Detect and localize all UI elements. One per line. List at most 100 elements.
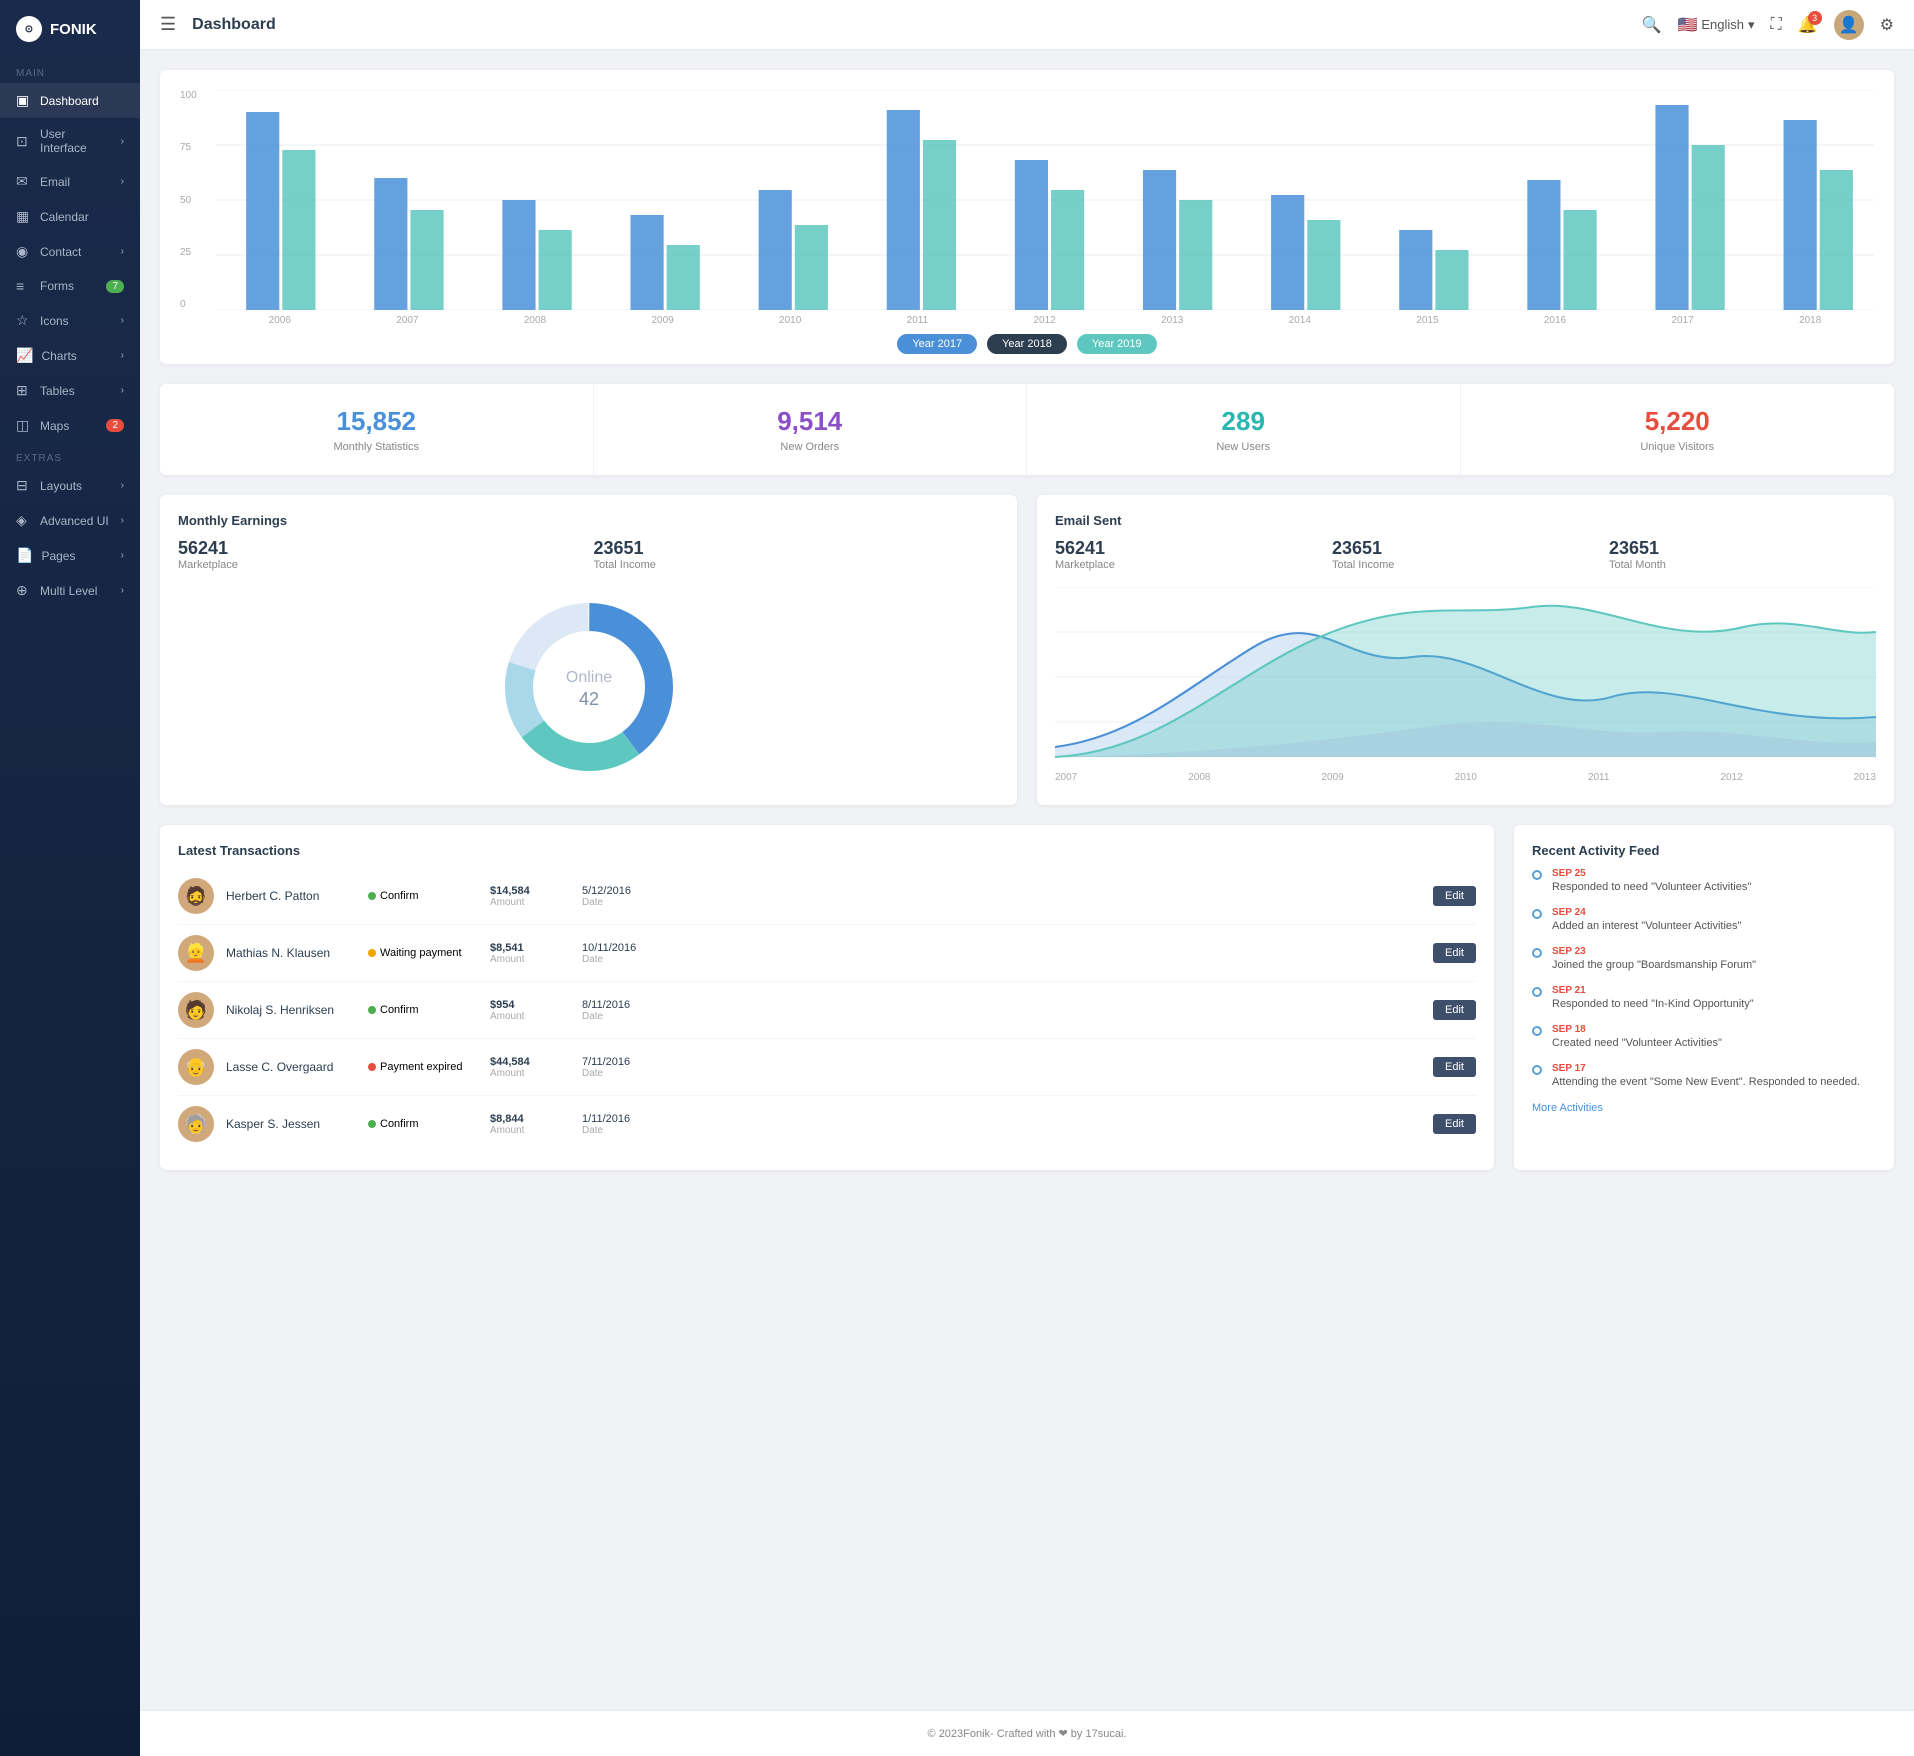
area-x-2008: 2008	[1188, 772, 1210, 783]
search-icon[interactable]: 🔍	[1642, 15, 1662, 35]
tx-date-5: 1/11/2016	[582, 1113, 662, 1125]
more-activities-link[interactable]: More Activities	[1532, 1102, 1876, 1114]
x-label-2010: 2010	[779, 315, 801, 326]
tx-date-label-5: Date	[582, 1125, 662, 1136]
sidebar-label-ui: User Interface	[40, 127, 113, 155]
footer: © 2023Fonik- Crafted with ❤ by 17sucai.	[140, 1710, 1914, 1756]
email-month-label: Total Month	[1609, 559, 1876, 571]
edit-button-2[interactable]: Edit	[1433, 943, 1476, 963]
earn-income-label: Total Income	[594, 559, 1000, 571]
sidebar-item-layouts[interactable]: ⊟ Layouts ›	[0, 468, 140, 503]
status-dot-green-3	[368, 1006, 376, 1014]
edit-button[interactable]: Edit	[1433, 886, 1476, 906]
bar-chart-section: 100 75 50 25 0	[160, 70, 1894, 364]
tx-date-2: 10/11/2016	[582, 942, 662, 954]
tx-status-text-3: Confirm	[380, 1004, 419, 1016]
earnings-stats: 56241 Marketplace 23651 Total Income	[178, 538, 999, 571]
notification-badge: 3	[1808, 11, 1822, 25]
sidebar-item-calendar[interactable]: ▦ Calendar	[0, 199, 140, 234]
table-row: 🧔 Herbert C. Patton Confirm $14,584 Amou…	[178, 868, 1476, 925]
fullscreen-button[interactable]: ⛶	[1771, 16, 1782, 34]
edit-button-4[interactable]: Edit	[1433, 1057, 1476, 1077]
sidebar-item-advanced-ui[interactable]: ◈ Advanced UI ›	[0, 503, 140, 538]
list-item: SEP 18 Created need "Volunteer Activitie…	[1532, 1024, 1876, 1049]
language-selector[interactable]: 🇺🇸 English ▾	[1677, 15, 1754, 35]
email-title: Email Sent	[1055, 513, 1876, 528]
activity-content: SEP 23 Joined the group "Boardsmanship F…	[1552, 946, 1876, 971]
activity-title: Recent Activity Feed	[1532, 843, 1876, 858]
tx-amount-col-4: $44,584 Amount	[490, 1056, 570, 1079]
area-x-2010: 2010	[1455, 772, 1477, 783]
area-chart-x-labels: 2007 2008 2009 2010 2011 2012 2013	[1055, 772, 1876, 783]
settings-icon[interactable]: ⚙	[1880, 15, 1894, 35]
sidebar-item-multi-level[interactable]: ⊕ Multi Level ›	[0, 573, 140, 608]
edit-button-3[interactable]: Edit	[1433, 1000, 1476, 1020]
sidebar-label-contact: Contact	[40, 245, 81, 259]
stat-users: 289 New Users	[1027, 384, 1461, 475]
activity-text-4: Responded to need "In-Kind Opportunity"	[1552, 998, 1876, 1010]
sidebar-item-forms[interactable]: ≡ Forms 7	[0, 269, 140, 303]
stats-row: 15,852 Monthly Statistics 9,514 New Orde…	[160, 384, 1894, 475]
email-month: 23651 Total Month	[1609, 538, 1876, 571]
legend-year-2019[interactable]: Year 2019	[1077, 334, 1157, 354]
tx-name-4: Lasse C. Overgaard	[226, 1060, 356, 1074]
y-label-25: 25	[180, 247, 208, 258]
list-item: SEP 17 Attending the event "Some New Eve…	[1532, 1063, 1876, 1088]
maps-badge: 2	[106, 419, 124, 432]
avatar: 👴	[178, 1049, 214, 1085]
charts-icon: 📈	[16, 347, 33, 364]
tx-date-1: 5/12/2016	[582, 885, 662, 897]
icons-icon: ☆	[16, 312, 32, 329]
email-income-label: Total Income	[1332, 559, 1599, 571]
sidebar-item-pages[interactable]: 📄 Pages ›	[0, 538, 140, 573]
sidebar-item-user-interface[interactable]: ⊡ User Interface ›	[0, 118, 140, 164]
sidebar-item-tables[interactable]: ⊞ Tables ›	[0, 373, 140, 408]
activity-text-6: Attending the event "Some New Event". Re…	[1552, 1076, 1876, 1088]
activity-dot	[1532, 1065, 1542, 1075]
pages-icon: 📄	[16, 547, 33, 564]
x-label-2008: 2008	[524, 315, 546, 326]
activity-content: SEP 18 Created need "Volunteer Activitie…	[1552, 1024, 1876, 1049]
sidebar-label-advanced-ui: Advanced UI	[40, 514, 109, 528]
sidebar-item-charts[interactable]: 📈 Charts ›	[0, 338, 140, 373]
sidebar-item-email[interactable]: ✉ Email ›	[0, 164, 140, 199]
avatar[interactable]: 👤	[1834, 10, 1864, 40]
x-label-2007: 2007	[396, 315, 418, 326]
y-label-100: 100	[180, 90, 208, 101]
tx-date-col-4: 7/11/2016 Date	[582, 1056, 662, 1079]
earn-income: 23651 Total Income	[594, 538, 1000, 571]
sidebar-item-maps[interactable]: ◫ Maps 2	[0, 408, 140, 443]
activity-date-1: SEP 25	[1552, 868, 1876, 879]
area-x-2009: 2009	[1321, 772, 1343, 783]
logo-icon: ⊙	[16, 16, 42, 42]
email-income: 23651 Total Income	[1332, 538, 1599, 571]
sidebar-item-icons[interactable]: ☆ Icons ›	[0, 303, 140, 338]
notifications-button[interactable]: 🔔 3	[1798, 15, 1818, 35]
main-area: ☰ Dashboard 🔍 🇺🇸 English ▾ ⛶ 🔔 3 👤 ⚙ 100	[140, 0, 1914, 1756]
list-item: SEP 24 Added an interest "Volunteer Acti…	[1532, 907, 1876, 932]
logo[interactable]: ⊙ FONIK	[0, 0, 140, 58]
sidebar-label-calendar: Calendar	[40, 210, 89, 224]
donut-chart-container: Online 42	[178, 587, 999, 787]
content-area: 100 75 50 25 0	[140, 50, 1914, 1710]
sidebar-item-contact[interactable]: ◉ Contact ›	[0, 234, 140, 269]
activity-date-5: SEP 18	[1552, 1024, 1876, 1035]
legend-year-2018[interactable]: Year 2018	[987, 334, 1067, 354]
area-chart-svg	[1055, 587, 1876, 767]
activity-content: SEP 21 Responded to need "In-Kind Opport…	[1552, 985, 1876, 1010]
activity-dot-col	[1532, 1024, 1542, 1049]
chevron-right-icon: ›	[121, 385, 124, 396]
stat-visitors-number: 5,220	[1481, 406, 1875, 437]
sidebar-item-dashboard[interactable]: ▣ Dashboard	[0, 83, 140, 118]
status-dot-green-5	[368, 1120, 376, 1128]
tx-name-5: Kasper S. Jessen	[226, 1117, 356, 1131]
tx-amount-col-3: $954 Amount	[490, 999, 570, 1022]
email-sent-panel: Email Sent 56241 Marketplace 23651 Total…	[1037, 495, 1894, 805]
activity-dot-col	[1532, 868, 1542, 893]
tx-amount-5: $8,844	[490, 1113, 570, 1125]
legend-year-2017[interactable]: Year 2017	[897, 334, 977, 354]
edit-button-5[interactable]: Edit	[1433, 1114, 1476, 1134]
menu-icon[interactable]: ☰	[160, 14, 176, 35]
status-dot-orange	[368, 949, 376, 957]
language-label: English	[1701, 17, 1744, 32]
